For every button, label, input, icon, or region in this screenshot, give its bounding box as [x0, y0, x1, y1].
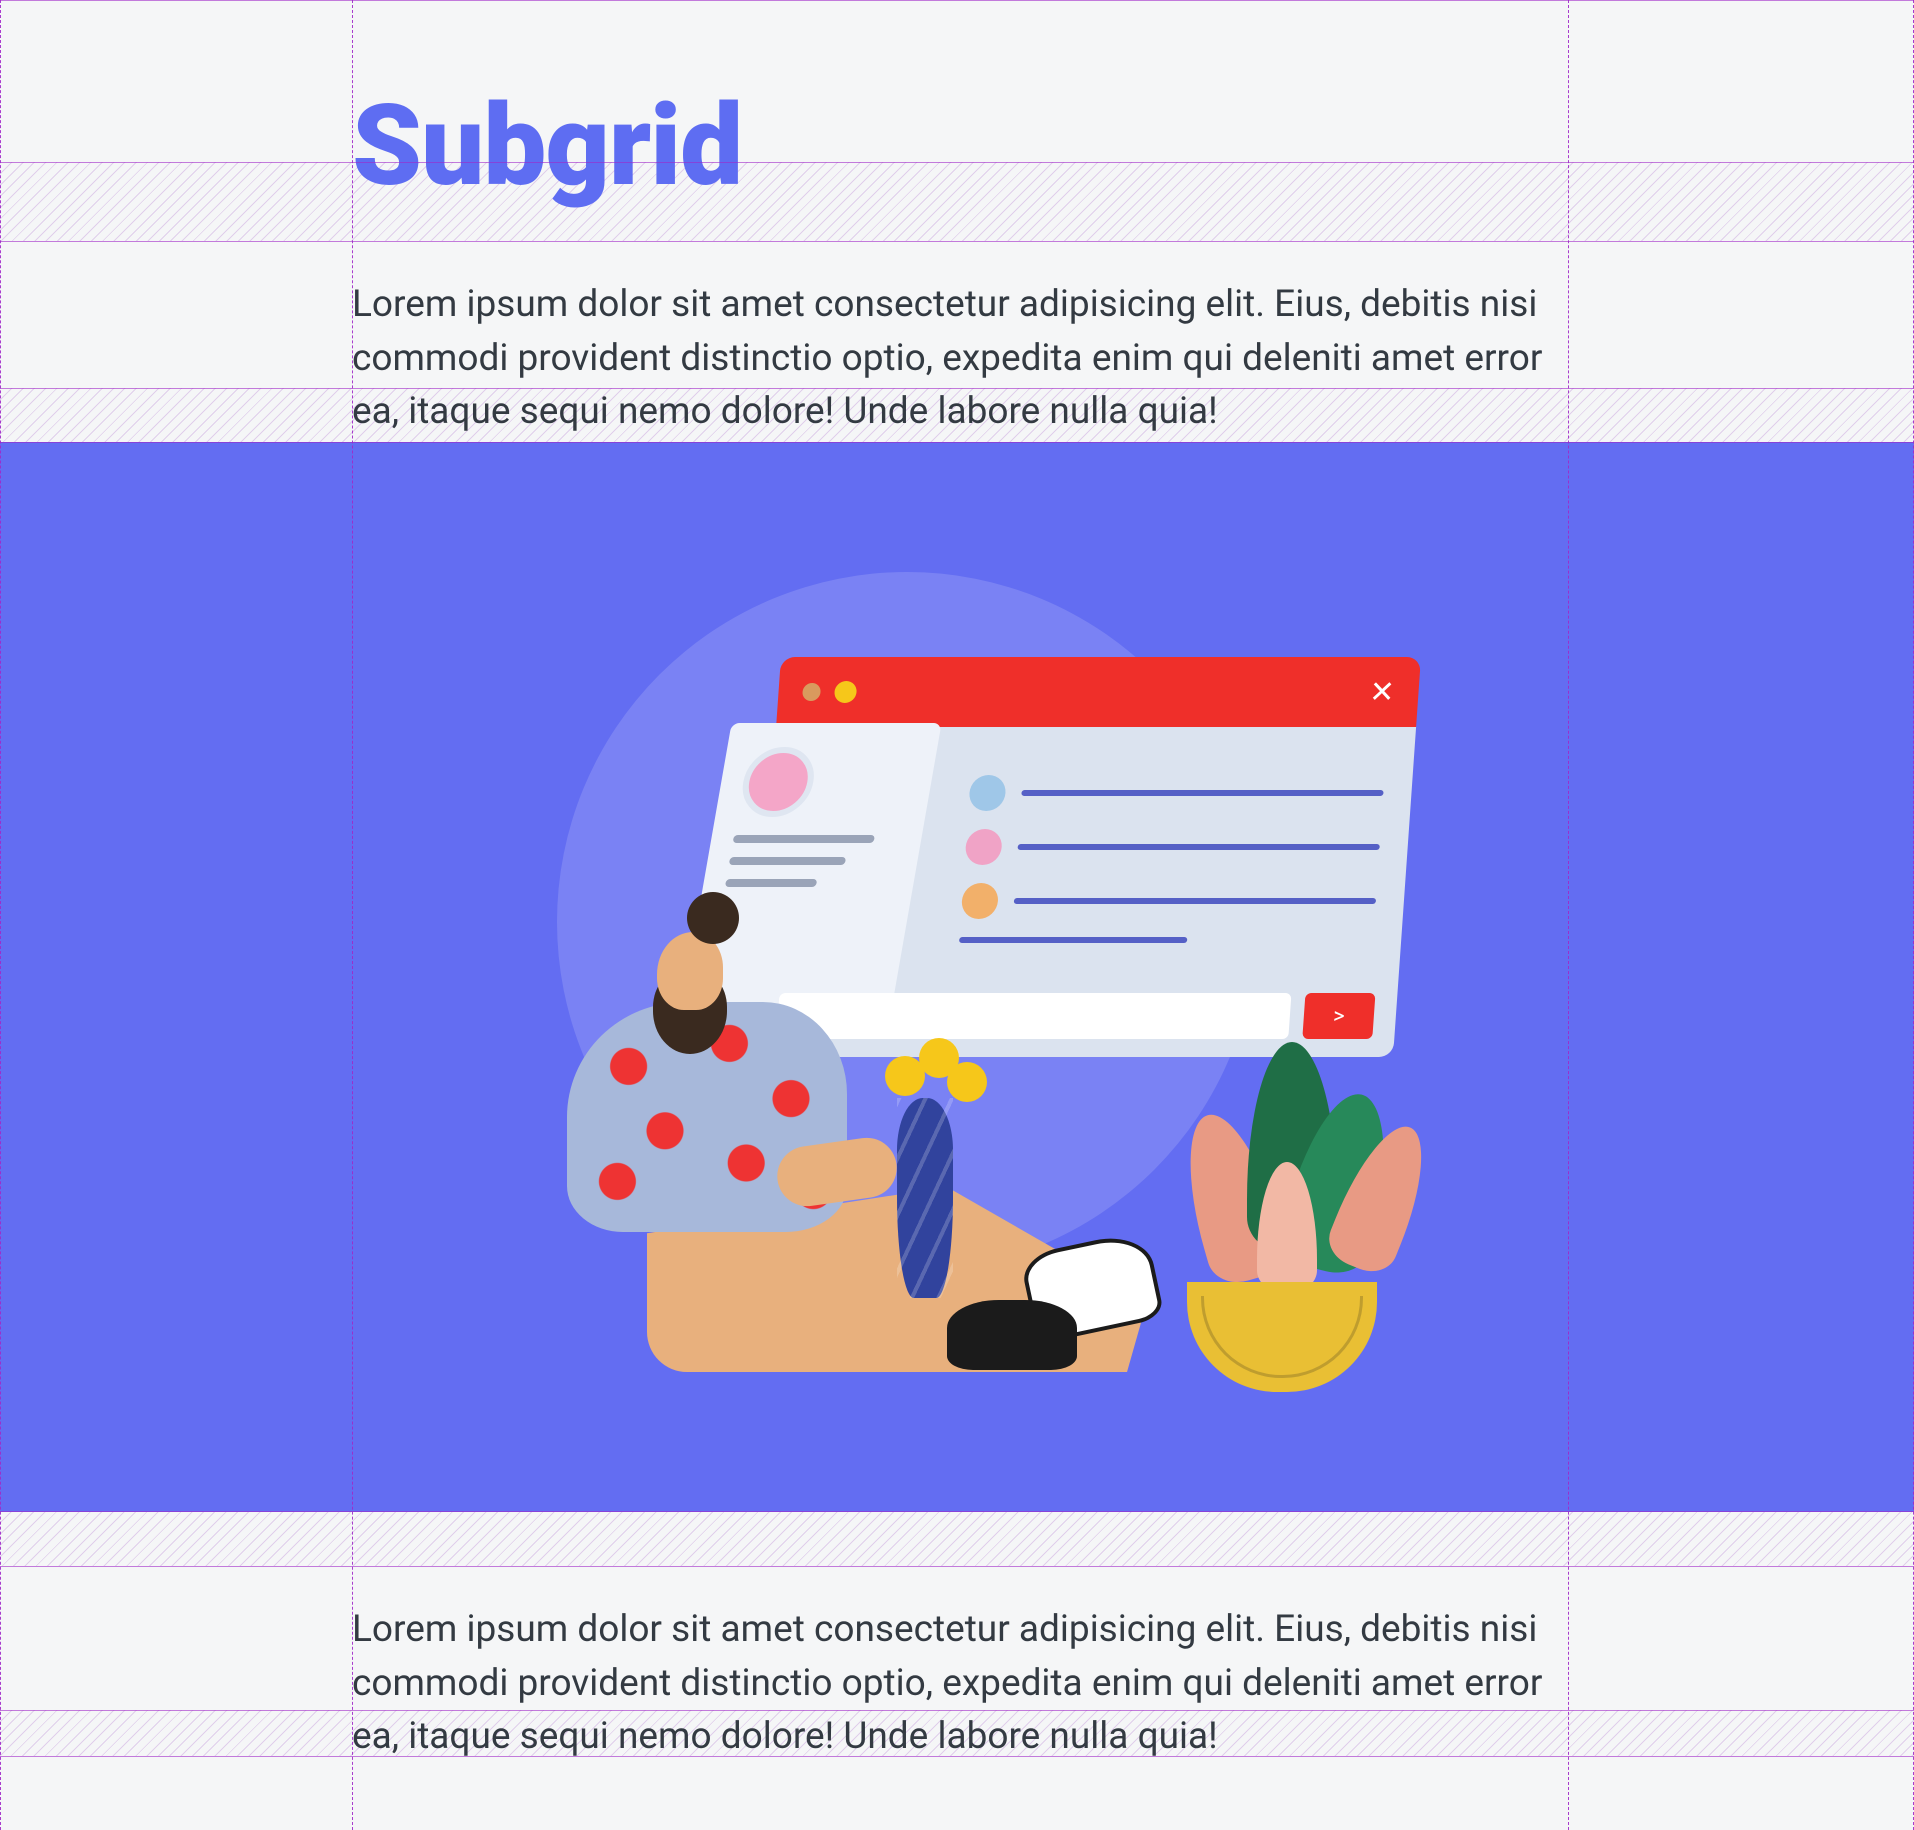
hero-illustration: ✕ [0, 442, 1914, 1512]
placeholder-line [733, 835, 875, 843]
placeholder-line [1017, 844, 1379, 850]
message-list [959, 753, 1386, 943]
traffic-light-icon [834, 681, 858, 703]
intro-paragraph: Lorem ipsum dolor sit amet consectetur a… [352, 278, 1572, 439]
avatar-icon [964, 829, 1003, 865]
placeholder-line [1014, 898, 1376, 904]
pot-icon [1187, 1282, 1377, 1392]
body-paragraph: Lorem ipsum dolor sit amet consectetur a… [352, 1603, 1572, 1764]
avatar-icon [737, 747, 819, 817]
grid-gap-band [0, 162, 1914, 241]
flowers-icon [885, 1038, 985, 1118]
placeholder-line [729, 857, 847, 865]
plant-illustration [1147, 1052, 1407, 1392]
traffic-light-icon [802, 683, 821, 701]
grid-gap-band [0, 1511, 1914, 1566]
placeholder-line [1021, 790, 1383, 796]
browser-titlebar: ✕ [776, 657, 1421, 727]
avatar-icon [968, 775, 1007, 811]
person-illustration [527, 942, 1147, 1392]
page-title: Subgrid [352, 85, 742, 208]
placeholder-line [725, 879, 818, 887]
vase-icon [897, 1098, 953, 1298]
avatar-icon [961, 883, 1000, 919]
close-icon: ✕ [1368, 675, 1396, 710]
send-button-icon: > [1302, 993, 1375, 1039]
